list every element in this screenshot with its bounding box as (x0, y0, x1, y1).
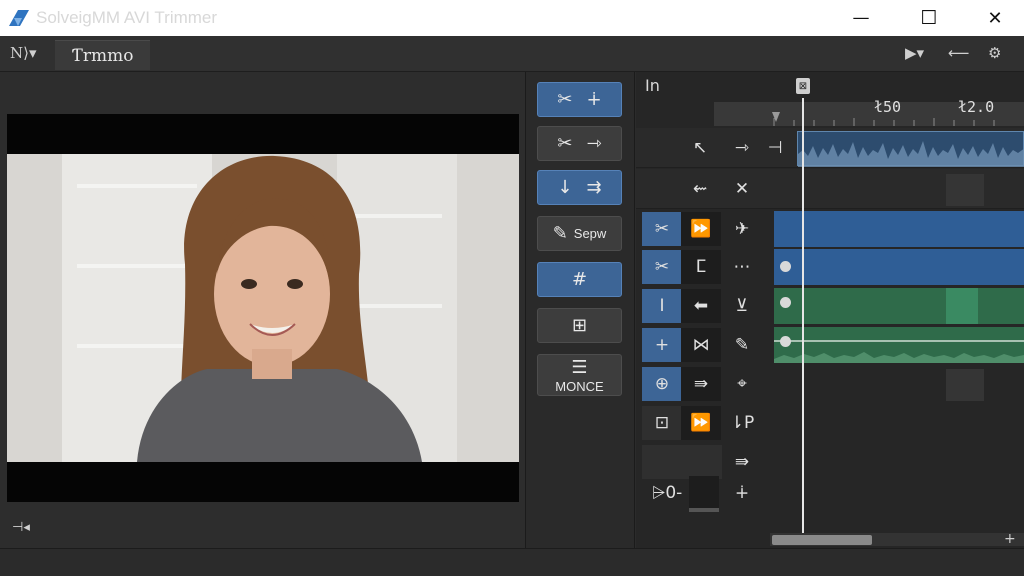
monitor-icon[interactable]: ⊻ (722, 289, 762, 323)
loop-icon[interactable]: ⵎ (681, 250, 721, 284)
empty-clip (946, 174, 984, 206)
audio-track[interactable] (774, 288, 1024, 324)
settings-icon[interactable]: ⚙ (988, 44, 1001, 62)
monce-label: MONCE (555, 378, 604, 394)
video-preview[interactable] (7, 114, 519, 502)
status-bar (0, 548, 1024, 576)
mark-in-icon[interactable]: ⊣ (757, 131, 793, 165)
scissors-icon: ✂ (557, 133, 573, 154)
volume-icon[interactable]: ⩥0- (646, 476, 688, 510)
window-title: SolveigMM AVI Trimmer (36, 8, 218, 27)
add-track-icon[interactable]: ∔ (722, 476, 762, 510)
arrow-right-icon: ⇾ (586, 133, 602, 154)
scrollbar-thumb[interactable] (772, 535, 872, 545)
audio-track[interactable] (774, 327, 1024, 363)
arrow-left-icon[interactable]: ⬅ (681, 289, 721, 323)
document-icon: ⊞ (571, 315, 588, 336)
sepw-label: Sepw (573, 226, 607, 241)
keyframe-marker[interactable] (780, 297, 791, 308)
ruler-label: ł2.0 (958, 98, 995, 116)
fast-forward-icon[interactable]: ⏩ (681, 212, 721, 246)
wave-back-icon[interactable]: ⇜ (680, 172, 720, 206)
add-marker-icon: ∔ (586, 89, 602, 110)
preview-marker-icon[interactable]: ⊣◂ (12, 520, 30, 535)
grid-button[interactable]: # (537, 262, 622, 297)
list-icon: ☰ (571, 356, 588, 378)
toolbar (0, 36, 1024, 72)
cut-button[interactable]: ✂ ∔ (537, 82, 622, 117)
edit-icon: ✎ (552, 223, 568, 244)
play-menu-icon[interactable]: ▶▾ (905, 44, 924, 62)
fast-forward-icon[interactable]: ⏩ (681, 406, 721, 440)
grid-icon: # (571, 269, 588, 290)
maximize-button[interactable]: ☐ (906, 0, 952, 36)
trim-icon[interactable]: ⋈ (681, 328, 721, 362)
monce-button[interactable]: ☰ MONCE (537, 354, 622, 396)
ruler-label: ł50 (874, 98, 902, 116)
back-arrow-icon[interactable]: ⟵ (948, 44, 970, 62)
split-arrows-icon: ⇉ (586, 177, 602, 198)
tab-trimmer[interactable]: Ƭrmmo (55, 40, 150, 70)
minimize-button[interactable]: — (838, 0, 884, 36)
arrow-down-icon: ↓ (557, 177, 573, 198)
move-right-icon[interactable]: ⇾ (722, 131, 762, 165)
audio-clip-highlight (946, 288, 978, 324)
audio-waveform-track[interactable] (797, 131, 1024, 167)
document-button[interactable]: ⊞ (537, 308, 622, 343)
volume-slider[interactable] (689, 476, 719, 512)
playhead-handle[interactable]: ⊠ (796, 78, 810, 94)
close-button[interactable]: ✕ (972, 0, 1018, 36)
property-icon[interactable]: ⇂P (722, 406, 762, 440)
cut-track-icon[interactable]: ✂ (642, 212, 682, 246)
jump-icon[interactable]: ⇛ (681, 367, 721, 401)
cut-track-icon[interactable]: ✂ (642, 250, 682, 284)
zoom-in-icon[interactable]: + (1004, 531, 1016, 547)
mode-dropdown[interactable]: N⟩▾ (10, 44, 37, 62)
delete-icon[interactable]: ✕ (722, 172, 762, 206)
effects-icon[interactable]: ⊕ (642, 367, 682, 401)
keyframe-marker[interactable] (780, 336, 791, 347)
empty-slot (642, 445, 722, 479)
video-frame-image (7, 154, 519, 462)
forward-icon[interactable]: ⇛ (722, 445, 762, 479)
add-icon[interactable]: + (642, 328, 682, 362)
split-button[interactable]: ↓ ⇉ (537, 170, 622, 205)
video-track[interactable] (774, 249, 1024, 285)
text-tool-icon[interactable]: I (642, 289, 682, 323)
scissors-icon: ✂ (557, 89, 573, 110)
sepw-button[interactable]: ✎ Sepw (537, 216, 622, 251)
empty-clip (946, 369, 984, 401)
cut-forward-button[interactable]: ✂ ⇾ (537, 126, 622, 161)
more-icon[interactable]: ⋯ (722, 250, 762, 284)
keyframe-marker[interactable] (780, 261, 791, 272)
video-track[interactable] (774, 211, 1024, 247)
target-icon[interactable]: ⌖ (722, 367, 762, 401)
in-label: In (645, 76, 660, 95)
pen-icon[interactable]: ✎ (722, 328, 762, 362)
export-icon[interactable]: ⊡ (642, 406, 682, 440)
undo-icon[interactable]: ↖ (680, 131, 720, 165)
app-logo-icon (8, 8, 30, 28)
pin-icon[interactable]: ✈ (722, 212, 762, 246)
playhead-line[interactable] (802, 98, 804, 534)
